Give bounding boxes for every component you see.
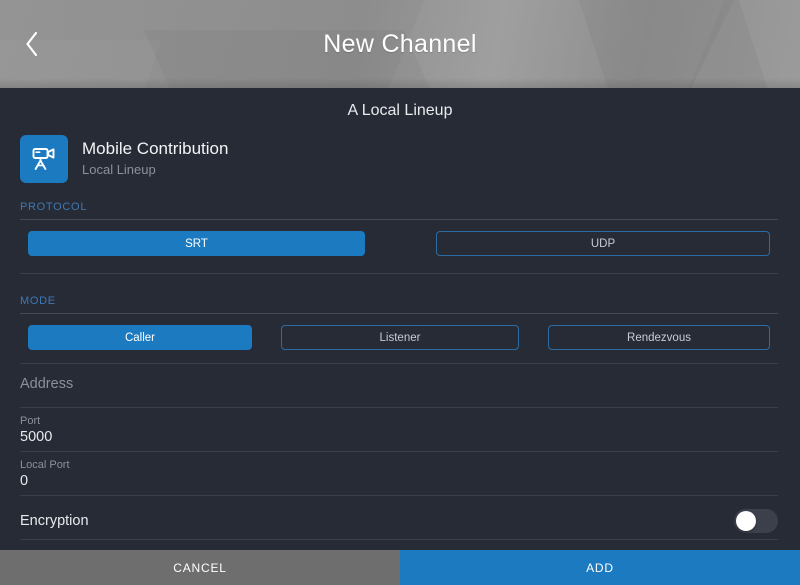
mode-option-listener[interactable]: Listener [281,325,519,350]
app-header: New Channel [0,0,800,88]
encryption-row-divider [20,539,778,540]
local-port-field-label: Local Port [20,458,778,472]
content-area: A Local Lineup Mobile Contribution Local… [0,88,800,550]
channel-text: Mobile Contribution Local Lineup [82,139,228,179]
encryption-toggle[interactable] [734,509,778,533]
protocol-section-label: PROTOCOL [20,201,87,213]
address-field-divider [20,407,778,408]
port-field[interactable]: Port 5000 [20,414,778,447]
local-port-field-value: 0 [20,472,778,491]
new-channel-screen: New Channel A Local Lineup [0,0,800,585]
local-port-field-divider [20,495,778,496]
port-field-value: 5000 [20,428,778,447]
mode-divider [20,313,778,314]
protocol-divider [20,219,778,220]
mode-section-end-divider [20,363,778,364]
channel-subtitle: Local Lineup [82,161,228,179]
video-camera-icon [20,135,68,183]
protocol-option-srt[interactable]: SRT [28,231,365,256]
back-button[interactable] [6,17,58,71]
encryption-label: Encryption [20,513,89,529]
lineup-title: A Local Lineup [0,102,800,120]
add-button[interactable]: ADD [400,550,800,585]
address-field-placeholder: Address [20,375,778,394]
mode-option-rendezvous[interactable]: Rendezvous [548,325,770,350]
local-port-field[interactable]: Local Port 0 [20,458,778,491]
port-field-divider [20,451,778,452]
port-field-label: Port [20,414,778,428]
encryption-toggle-knob [736,511,756,531]
channel-name: Mobile Contribution [82,139,228,159]
page-title: New Channel [0,0,800,88]
mode-section-label: MODE [20,295,56,307]
protocol-section-end-divider [20,273,778,274]
protocol-option-udp[interactable]: UDP [436,231,770,256]
mode-option-caller[interactable]: Caller [28,325,252,350]
chevron-left-icon [24,30,40,58]
cancel-button[interactable]: CANCEL [0,550,400,585]
encryption-row: Encryption [20,503,778,539]
channel-summary: Mobile Contribution Local Lineup [20,135,228,183]
address-field[interactable]: Address [20,375,778,394]
footer-bar: CANCEL ADD [0,550,800,585]
